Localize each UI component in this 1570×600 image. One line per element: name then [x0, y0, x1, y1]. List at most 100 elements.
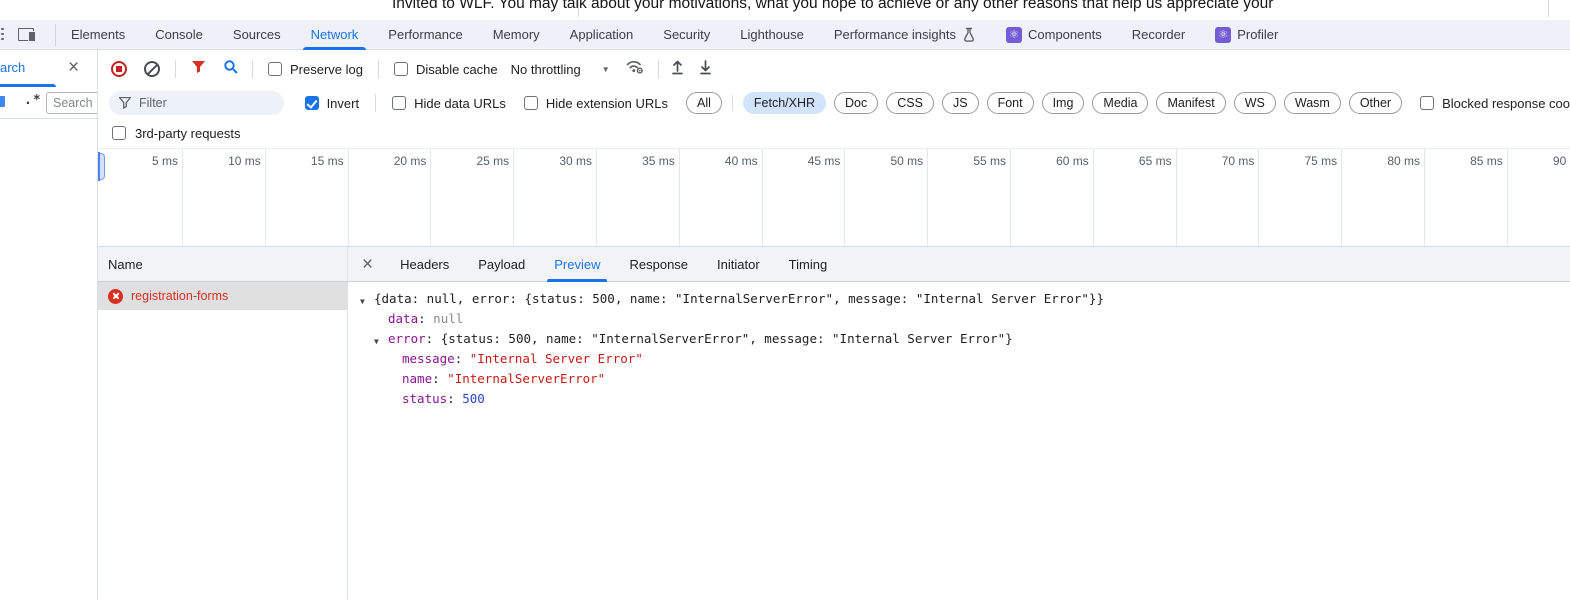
chip-css[interactable]: CSS [886, 92, 934, 114]
third-party-row: 3rd-party requests [98, 118, 1570, 148]
timeline-tick-label: 30 ms [522, 154, 592, 168]
throttling-select[interactable]: No throttling ▼ [511, 62, 610, 77]
expander-triangle-icon[interactable]: ▼ [374, 337, 388, 346]
timeline-gridline [679, 149, 680, 246]
export-har-icon[interactable] [698, 59, 713, 80]
tab-network[interactable]: Network [296, 20, 374, 50]
close-icon[interactable]: × [362, 255, 373, 274]
tab-elements[interactable]: Elements [56, 20, 140, 50]
disable-cache-checkbox[interactable] [394, 62, 408, 76]
tab-components[interactable]: ⚛Components [991, 20, 1117, 50]
timeline-tick-label: 25 ms [439, 154, 509, 168]
tab-application[interactable]: Application [555, 20, 649, 50]
detail-tab-timing[interactable]: Timing [788, 247, 829, 282]
disable-cache-group[interactable]: Disable cache [394, 62, 498, 77]
json-tree-line[interactable]: ▼{data: null, error: {status: 500, name:… [348, 291, 1570, 311]
tab-recorder[interactable]: Recorder [1117, 20, 1200, 50]
tab-sources[interactable]: Sources [218, 20, 296, 50]
timeline-tick-label: 90 ms [1516, 154, 1570, 168]
clear-network-log-icon[interactable] [144, 61, 160, 77]
search-toolbar: .* [0, 88, 97, 119]
divider [375, 94, 376, 112]
timeline-tick-label: 50 ms [853, 154, 923, 168]
indent-spacer [348, 322, 374, 323]
json-tree-line[interactable]: message: "Internal Server Error" [348, 351, 1570, 371]
search-input[interactable] [46, 92, 97, 114]
chip-wasm[interactable]: Wasm [1284, 92, 1341, 114]
blocked-cookies-group[interactable]: Blocked response coo [1420, 96, 1570, 111]
tab-profiler[interactable]: ⚛Profiler [1200, 20, 1293, 50]
search-icon[interactable] [223, 59, 239, 80]
inspect-icon[interactable] [1, 28, 4, 43]
tab-label: Recorder [1132, 27, 1185, 42]
close-icon[interactable]: × [68, 58, 79, 77]
network-overview-timeline[interactable]: 5 ms10 ms15 ms20 ms25 ms30 ms35 ms40 ms4… [98, 148, 1570, 247]
tab-performance-insights[interactable]: Performance insights [819, 20, 991, 50]
hide-extension-urls-checkbox[interactable] [524, 96, 538, 110]
hide-data-urls-checkbox[interactable] [392, 96, 406, 110]
chip-img[interactable]: Img [1042, 92, 1085, 114]
divider [378, 60, 379, 78]
search-tab[interactable]: arch [0, 60, 25, 75]
detail-tab-preview[interactable]: Preview [553, 247, 601, 282]
overview-selection-handle[interactable] [98, 153, 105, 180]
detail-tab-headers[interactable]: Headers [399, 247, 450, 282]
detail-tab-payload[interactable]: Payload [477, 247, 526, 282]
detail-tab-initiator[interactable]: Initiator [716, 247, 761, 282]
divider [732, 95, 733, 111]
blocked-cookies-checkbox[interactable] [1420, 96, 1434, 110]
chip-other[interactable]: Other [1349, 92, 1402, 114]
import-har-icon[interactable] [670, 59, 685, 80]
tab-performance[interactable]: Performance [373, 20, 477, 50]
third-party-checkbox[interactable] [112, 126, 126, 140]
chip-doc[interactable]: Doc [834, 92, 878, 114]
preserve-log-checkbox[interactable] [268, 62, 282, 76]
tab-label: Performance [388, 27, 462, 42]
chip-manifest[interactable]: Manifest [1156, 92, 1225, 114]
expander-triangle-icon[interactable]: ▼ [360, 297, 374, 306]
device-toolbar-icon[interactable] [18, 27, 36, 42]
tab-console[interactable]: Console [140, 20, 218, 50]
match-case-icon[interactable] [0, 96, 5, 107]
chip-font[interactable]: Font [987, 92, 1034, 114]
tab-security[interactable]: Security [648, 20, 725, 50]
network-conditions-icon[interactable] [625, 58, 645, 80]
search-tab-row: arch × [0, 50, 97, 88]
chip-js[interactable]: JS [942, 92, 979, 114]
chip-fetch-xhr[interactable]: Fetch/XHR [743, 92, 826, 114]
json-tree-line[interactable]: name: "InternalServerError" [348, 371, 1570, 391]
tab-lighthouse[interactable]: Lighthouse [725, 20, 819, 50]
json-segment-plain: : [426, 331, 441, 346]
regex-toggle-icon[interactable]: .* [24, 93, 42, 108]
hide-data-urls-group[interactable]: Hide data URLs [392, 96, 506, 111]
name-column-header[interactable]: Name [98, 247, 348, 281]
timeline-gridline [182, 149, 183, 246]
indent-spacer [348, 342, 374, 343]
name-header-label: Name [108, 257, 143, 272]
request-row[interactable]: registration-forms [98, 282, 347, 310]
chip-ws[interactable]: WS [1234, 92, 1276, 114]
chip-all[interactable]: All [686, 92, 722, 114]
timeline-tick-label: 35 ms [605, 154, 675, 168]
network-filter-bar: Filter Invert Hide data URLs Hide extens… [98, 88, 1570, 118]
react-icon: ⚛ [1006, 26, 1022, 43]
json-segment-plain: : [418, 311, 433, 326]
json-tree-line[interactable]: ▼error: {status: 500, name: "InternalSer… [348, 331, 1570, 351]
detail-tab-response[interactable]: Response [628, 247, 689, 282]
json-tree-line[interactable]: data: null [348, 311, 1570, 331]
tab-label: Profiler [1237, 27, 1278, 42]
timeline-gridline [762, 149, 763, 246]
tab-memory[interactable]: Memory [478, 20, 555, 50]
filter-toggle-icon[interactable] [191, 60, 206, 79]
record-network-log-icon[interactable] [111, 61, 127, 77]
invert-group[interactable]: Invert [305, 96, 360, 111]
hide-extension-urls-group[interactable]: Hide extension URLs [524, 96, 668, 111]
filter-input[interactable]: Filter [109, 91, 284, 115]
preserve-log-group[interactable]: Preserve log [268, 62, 363, 77]
chip-media[interactable]: Media [1092, 92, 1148, 114]
invert-checkbox[interactable] [305, 96, 319, 110]
json-segment-key: name [402, 371, 432, 386]
json-tree-line[interactable]: status: 500 [348, 391, 1570, 411]
throttling-value: No throttling [511, 62, 581, 77]
timeline-tick-label: 40 ms [688, 154, 758, 168]
